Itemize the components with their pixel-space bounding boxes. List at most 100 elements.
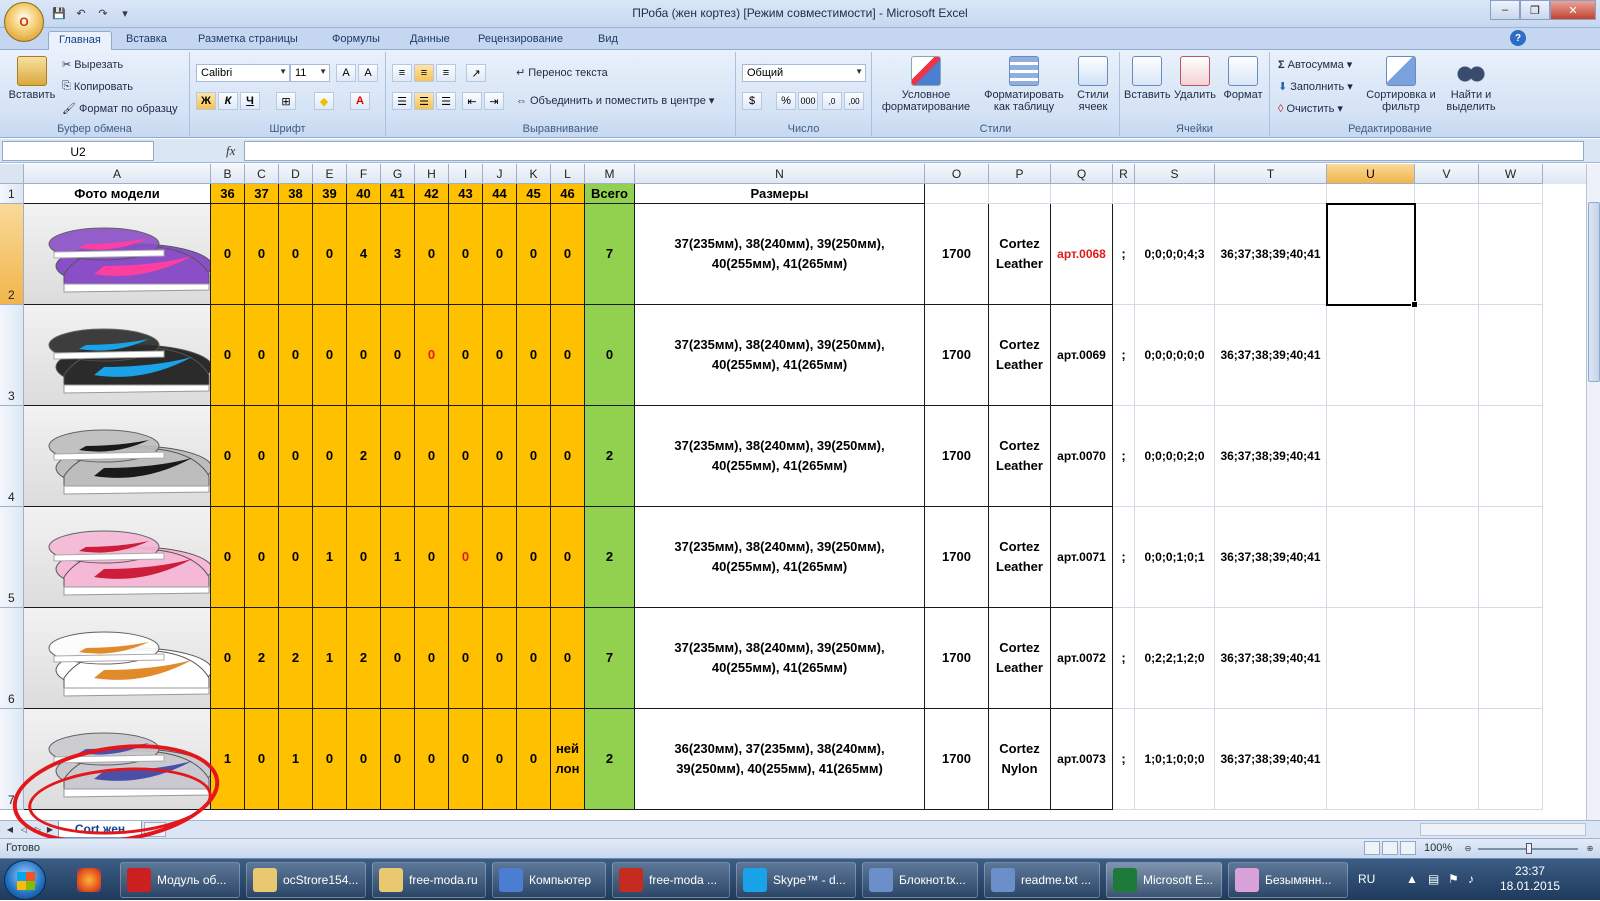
size-count[interactable]: 0 (347, 507, 381, 608)
total-count[interactable]: 0 (585, 305, 635, 406)
size-count[interactable]: 0 (551, 608, 585, 709)
article[interactable]: арт.0068 (1051, 204, 1113, 305)
size-count[interactable]: 1 (313, 507, 347, 608)
conditional-formatting-button[interactable]: Условное форматирование (876, 56, 976, 113)
currency-icon[interactable]: $ (742, 92, 762, 110)
cell[interactable] (1327, 507, 1415, 608)
size-count[interactable]: 0 (449, 204, 483, 305)
normal-view-icon[interactable] (1364, 841, 1380, 855)
decrease-indent-icon[interactable]: ⇤ (462, 92, 482, 110)
vertical-scrollbar[interactable] (1586, 164, 1600, 820)
header-size[interactable]: 38 (279, 184, 313, 204)
shrink-font-button[interactable]: A (358, 64, 378, 82)
separator[interactable]: ; (1113, 608, 1135, 709)
taskbar-item-paint[interactable]: Безымянн... (1228, 862, 1348, 898)
model-name[interactable]: Cortez Leather (989, 406, 1051, 507)
column-header-p[interactable]: P (989, 164, 1051, 184)
size-count[interactable]: 0 (245, 305, 279, 406)
shoe-photo[interactable] (24, 507, 211, 608)
sizes-list[interactable]: 36;37;38;39;40;41 (1215, 204, 1327, 305)
clear-button[interactable]: ◊ Очистить ▾ (1278, 102, 1343, 116)
price[interactable]: 1700 (925, 305, 989, 406)
sort-filter-button[interactable]: Сортировка и фильтр (1366, 56, 1436, 113)
paste-button[interactable]: Вставить (6, 56, 58, 101)
column-header-d[interactable]: D (279, 164, 313, 184)
size-count[interactable]: 0 (449, 608, 483, 709)
cut-button[interactable]: ✂ Вырезать (62, 58, 123, 72)
align-middle-icon[interactable]: ≡ (414, 64, 434, 82)
model-name[interactable]: Cortez Leather (989, 305, 1051, 406)
taskbar-item-filezilla[interactable]: free-moda ... (612, 862, 730, 898)
horizontal-scrollbar[interactable] (1420, 823, 1586, 836)
delete-cells-button[interactable]: Удалить (1172, 56, 1218, 101)
counts-list[interactable]: 0;0;0;1;0;1 (1135, 507, 1215, 608)
size-count[interactable]: 3 (381, 204, 415, 305)
header-dims[interactable]: Размеры (635, 184, 925, 204)
cell[interactable] (1327, 709, 1415, 810)
total-count[interactable]: 2 (585, 406, 635, 507)
tab-page-layout[interactable]: Разметка страницы (188, 31, 308, 50)
column-header-w[interactable]: W (1479, 164, 1543, 184)
column-header-m[interactable]: M (585, 164, 635, 184)
percent-icon[interactable]: % (776, 92, 796, 110)
font-name-select[interactable]: Calibri ▼ (196, 64, 290, 82)
cell-styles-button[interactable]: Стили ячеек (1070, 56, 1116, 113)
last-sheet-icon[interactable]: ▶ (44, 823, 56, 836)
taskbar-item-folder[interactable]: free-moda.ru (372, 862, 486, 898)
zoom-slider[interactable] (1478, 843, 1578, 854)
header-photo[interactable]: Фото модели (24, 184, 211, 204)
tab-formulas[interactable]: Формулы (322, 31, 390, 50)
column-header-h[interactable]: H (415, 164, 449, 184)
column-header-g[interactable]: G (381, 164, 415, 184)
model-name[interactable]: Cortez Leather (989, 608, 1051, 709)
size-count[interactable]: 0 (415, 406, 449, 507)
total-count[interactable]: 2 (585, 507, 635, 608)
size-count[interactable]: 0 (313, 709, 347, 810)
cell[interactable] (1479, 406, 1543, 507)
zoom-in-icon[interactable]: ⊕ (1584, 842, 1596, 855)
size-count[interactable]: 1 (211, 709, 245, 810)
size-count[interactable]: 0 (517, 406, 551, 507)
taskbar-item-notepad[interactable]: readme.txt ... (984, 862, 1100, 898)
sizes-description[interactable]: 37(235мм), 38(240мм), 39(250мм), 40(255м… (635, 406, 925, 507)
counts-list[interactable]: 0;0;0;0;0;0 (1135, 305, 1215, 406)
cell[interactable] (1415, 608, 1479, 709)
size-count[interactable]: 0 (483, 204, 517, 305)
cell[interactable] (1415, 305, 1479, 406)
header-size[interactable]: 43 (449, 184, 483, 204)
size-count[interactable]: 0 (313, 406, 347, 507)
cell[interactable] (1415, 507, 1479, 608)
shoe-photo[interactable] (24, 305, 211, 406)
sizes-list[interactable]: 36;37;38;39;40;41 (1215, 709, 1327, 810)
header-total[interactable]: Всего (585, 184, 635, 204)
size-count[interactable]: 0 (279, 507, 313, 608)
thousands-icon[interactable]: 000 (798, 92, 818, 110)
size-count[interactable]: 0 (483, 507, 517, 608)
column-header-c[interactable]: C (245, 164, 279, 184)
cell[interactable] (1415, 184, 1479, 204)
size-count[interactable]: 0 (415, 709, 449, 810)
size-count[interactable]: 1 (279, 709, 313, 810)
shoe-photo[interactable] (24, 204, 211, 305)
column-header-n[interactable]: N (635, 164, 925, 184)
font-color-icon[interactable]: A (350, 92, 370, 110)
model-name[interactable]: Cortez Nylon (989, 709, 1051, 810)
size-count[interactable]: 0 (211, 204, 245, 305)
tab-view[interactable]: Вид (588, 31, 628, 50)
header-size[interactable]: 42 (415, 184, 449, 204)
size-count[interactable]: 0 (483, 709, 517, 810)
taskbar-item-computer[interactable]: Компьютер (492, 862, 606, 898)
size-count[interactable]: 0 (517, 507, 551, 608)
size-count[interactable]: 0 (245, 709, 279, 810)
size-count[interactable]: 0 (211, 608, 245, 709)
column-header-b[interactable]: B (211, 164, 245, 184)
taskbar-item-opera[interactable]: Модуль об... (120, 862, 240, 898)
cell[interactable] (1415, 709, 1479, 810)
tab-insert[interactable]: Вставка (116, 31, 177, 50)
price[interactable]: 1700 (925, 507, 989, 608)
size-count[interactable]: 0 (313, 204, 347, 305)
cell[interactable] (1113, 184, 1135, 204)
copy-button[interactable]: ⎘ Копировать (62, 80, 133, 93)
column-header-l[interactable]: L (551, 164, 585, 184)
column-header-q[interactable]: Q (1051, 164, 1113, 184)
